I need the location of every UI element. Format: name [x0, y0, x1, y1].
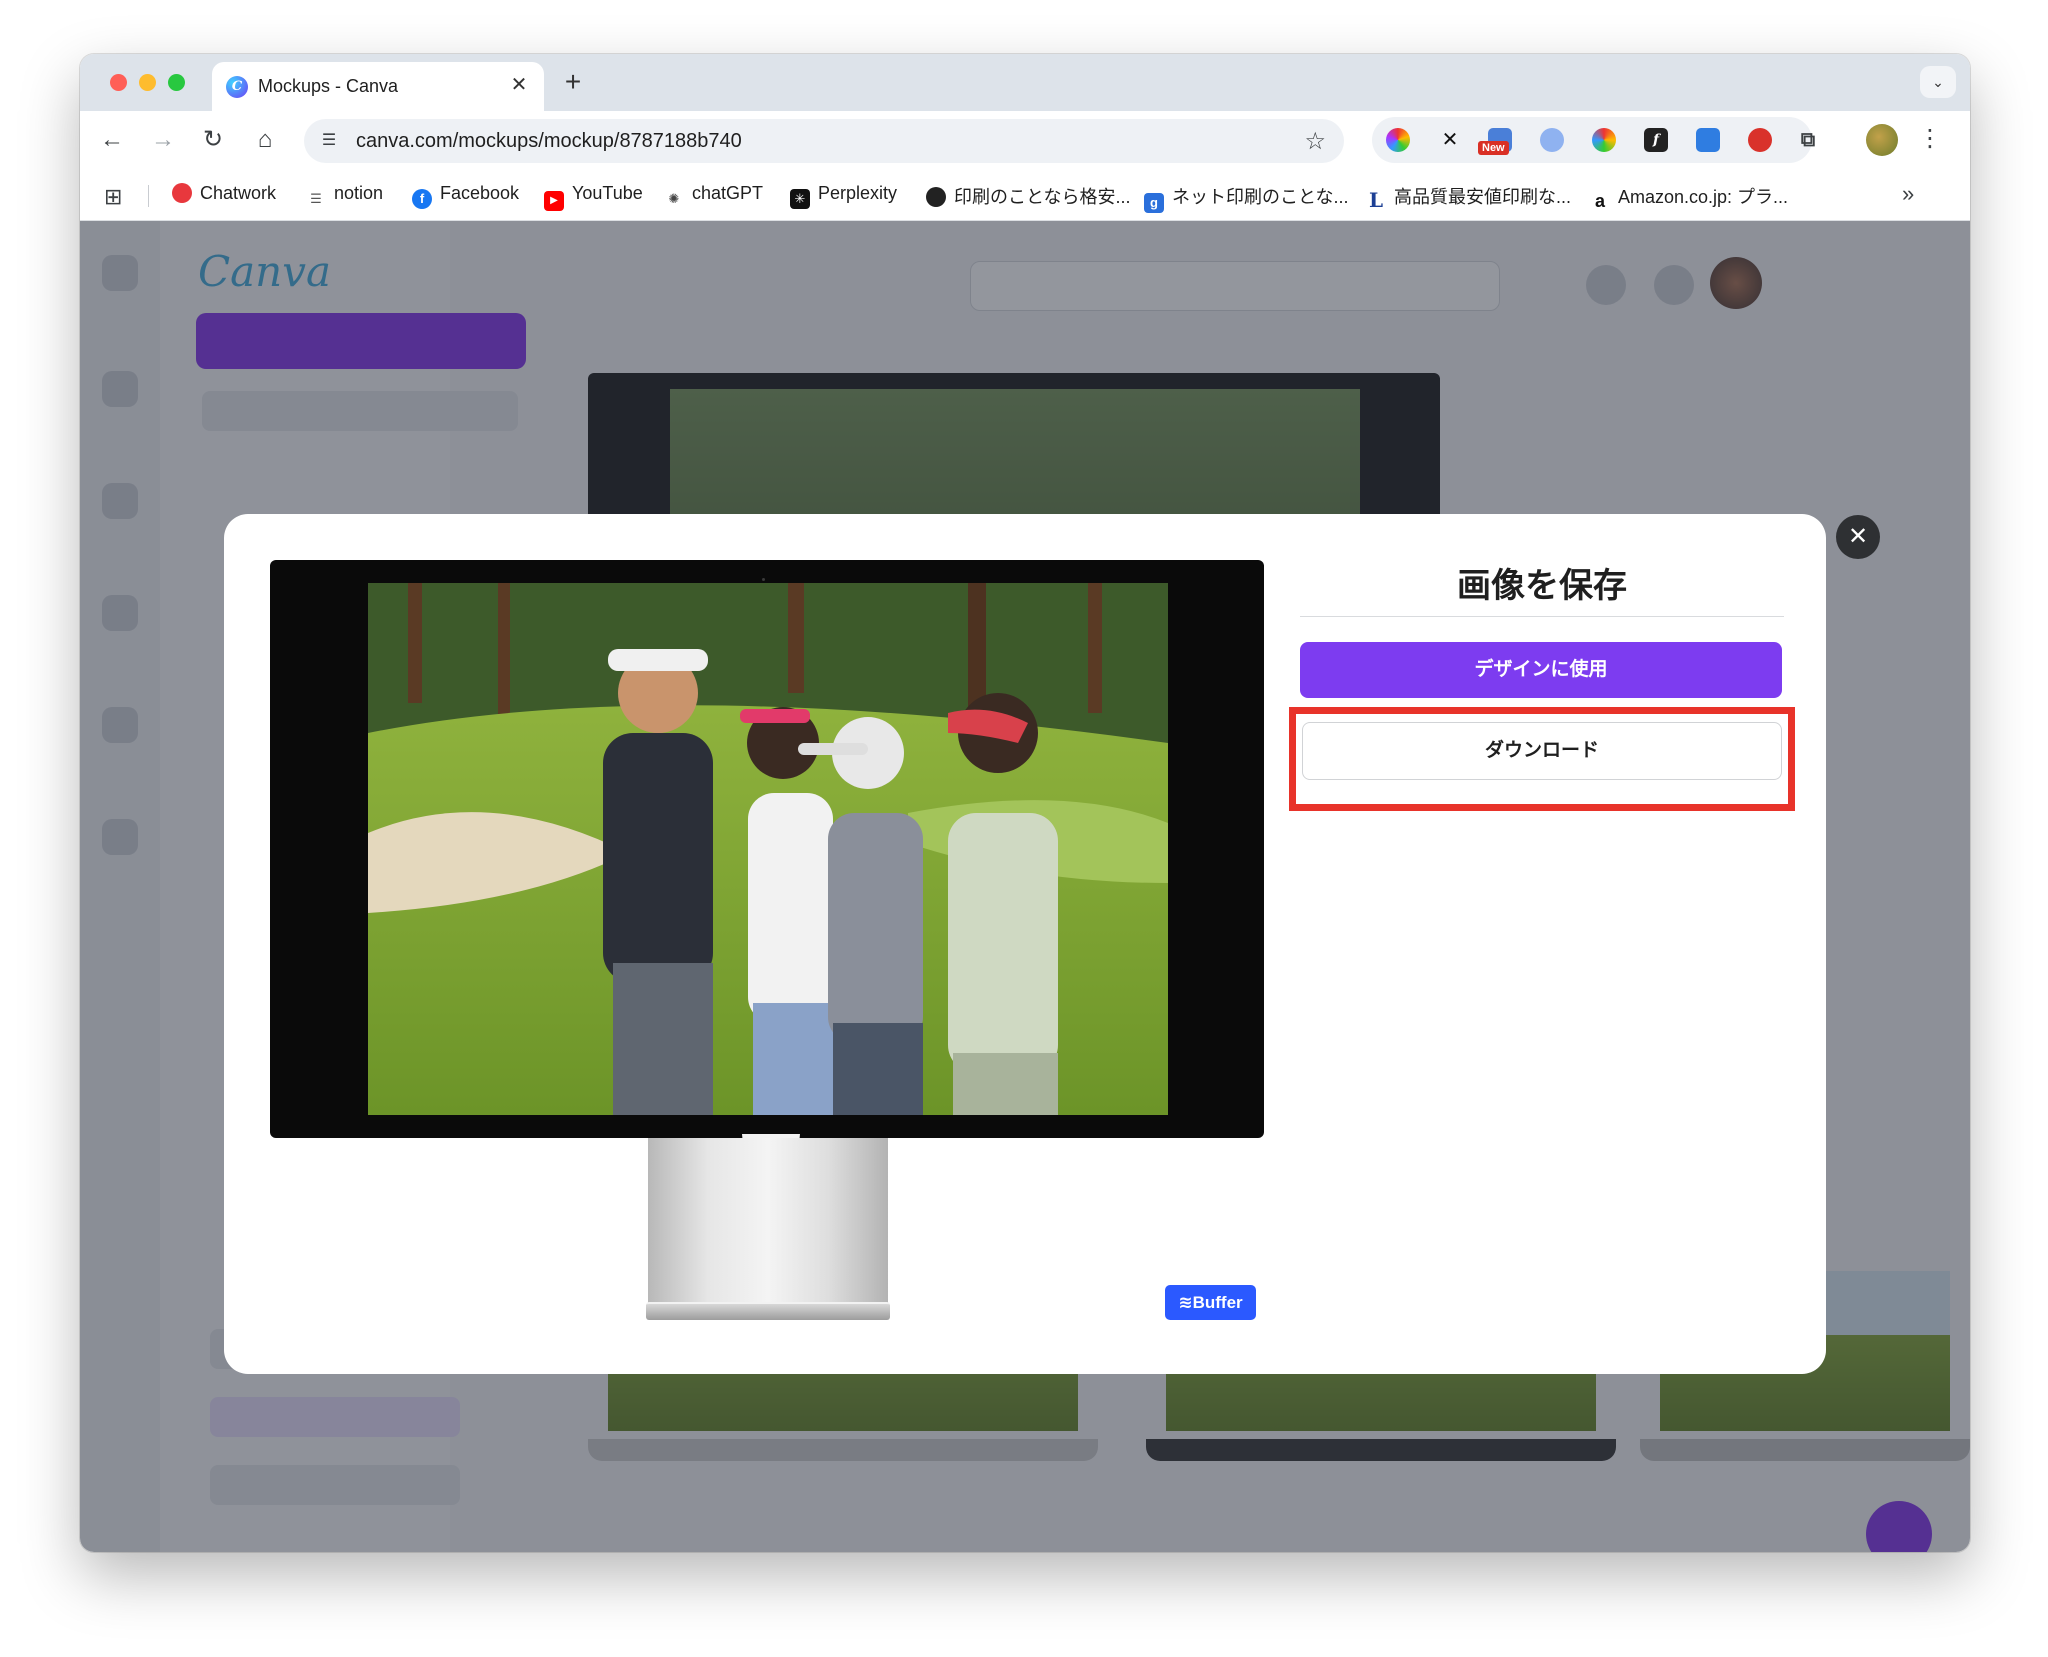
bookmark-facebook[interactable]: f Facebook: [412, 183, 520, 209]
monitor-stand: [648, 1138, 888, 1312]
tab-strip: C Mockups - Canva ✕ + ⌄: [80, 54, 1970, 111]
more-bookmarks-icon[interactable]: »: [1902, 181, 1914, 207]
bookmark-label: 高品質最安値印刷な...: [1394, 187, 1572, 207]
bookmark-label: notion: [334, 183, 384, 203]
monitor-frame: [270, 560, 1264, 1138]
youtube-icon: ▶: [544, 191, 564, 211]
site-settings-icon[interactable]: ☰: [318, 130, 340, 152]
tab-mockups-canva[interactable]: C Mockups - Canva ✕: [212, 62, 544, 111]
address-bar[interactable]: ☰ canva.com/mockups/mockup/8787188b740 ☆: [304, 119, 1344, 163]
l-icon: L: [1368, 188, 1384, 212]
buffer-label: Buffer: [1192, 1293, 1243, 1312]
bookmark-chatwork[interactable]: Chatwork: [172, 183, 276, 207]
color-picker-ext-icon[interactable]: [1386, 128, 1410, 152]
bookmark-l[interactable]: L 高品質最安値印刷な...: [1366, 183, 1572, 212]
bookmark-perplexity[interactable]: ✳ Perplexity: [790, 183, 898, 209]
forward-icon[interactable]: →: [148, 125, 178, 155]
modal-close-icon[interactable]: ✕: [1836, 515, 1880, 559]
bookmark-netprint[interactable]: g ネット印刷のことな...: [1144, 183, 1349, 213]
pinwheel-ext-icon[interactable]: [1592, 128, 1616, 152]
title-divider: [1300, 616, 1784, 617]
print-icon: [926, 187, 946, 207]
back-icon[interactable]: ←: [97, 125, 127, 155]
browser-window: C Mockups - Canva ✕ + ⌄ ← → ↻ ⌂ ☰ canva.…: [80, 54, 1970, 1552]
new-badge: New: [1478, 141, 1509, 155]
new-tab-button[interactable]: +: [558, 68, 588, 98]
netprint-icon: g: [1144, 193, 1164, 213]
profile-avatar-icon[interactable]: [1866, 124, 1898, 156]
minimize-window-button[interactable]: [139, 74, 156, 91]
bookmark-chatgpt[interactable]: ✺ chatGPT: [664, 183, 763, 207]
golf-photo: [368, 583, 1168, 1115]
perplexity-icon: ✳: [790, 189, 810, 209]
search-ext-icon[interactable]: [1540, 128, 1564, 152]
bookmark-notion[interactable]: ☰ notion: [306, 183, 383, 207]
buffer-logo-icon: ≋: [1178, 1293, 1193, 1312]
tab-search-icon[interactable]: ⌄: [1920, 66, 1956, 98]
bookmark-label: chatGPT: [692, 183, 764, 203]
tab-close-icon[interactable]: ✕: [506, 72, 532, 98]
amazon-icon: a: [1594, 191, 1605, 211]
chatgpt-icon: ✺: [668, 191, 680, 206]
capture-ext-icon[interactable]: [1696, 128, 1720, 152]
camera-dots: [762, 568, 774, 599]
bookmark-label: YouTube: [572, 183, 643, 203]
bookmark-label: Chatwork: [200, 183, 277, 203]
maximize-window-button[interactable]: [168, 74, 185, 91]
bookmark-amazon[interactable]: a Amazon.co.jp: プラ...: [1590, 183, 1789, 211]
facebook-icon: f: [412, 189, 432, 209]
bookmark-star-icon[interactable]: ☆: [1304, 127, 1326, 156]
save-image-modal: ≋Buffer 画像を保存 デザインに使用 ダウンロード: [224, 514, 1826, 1374]
monitor-stand-foot: [646, 1302, 890, 1320]
bookmark-label: ネット印刷のことな...: [1172, 187, 1349, 207]
url-text: canva.com/mockups/mockup/8787188b740: [356, 130, 742, 152]
x-ext-icon[interactable]: ✕: [1438, 128, 1462, 152]
browser-toolbar: ← → ↻ ⌂ ☰ canva.com/mockups/mockup/87871…: [80, 111, 1970, 169]
bookmark-label: Facebook: [440, 183, 520, 203]
chatwork-icon: [172, 183, 192, 203]
font-ext-icon[interactable]: f: [1644, 128, 1668, 152]
bookmarks-bar: ⊞ Chatwork ☰ notion f Facebook ▶ YouTube ✺ c…: [80, 169, 1970, 221]
canva-favicon-icon: C: [226, 76, 248, 98]
download-highlight-box: [1289, 707, 1795, 811]
notion-icon: ☰: [310, 191, 322, 206]
save-image-title: 画像を保存: [1457, 567, 1627, 605]
buffer-watermark: ≋Buffer: [1165, 1285, 1256, 1320]
shield-ext-icon[interactable]: [1748, 128, 1772, 152]
bookmark-youtube[interactable]: ▶ YouTube: [544, 183, 643, 211]
bookmark-print[interactable]: 印刷のことなら格安...: [926, 183, 1130, 207]
chrome-menu-icon[interactable]: ⋮: [1918, 123, 1942, 155]
apps-grid-icon[interactable]: ⊞: [104, 184, 122, 210]
reload-icon[interactable]: ↻: [198, 125, 228, 155]
puzzle-ext-icon[interactable]: ⧉: [1796, 128, 1820, 152]
bookmark-label: Perplexity: [818, 183, 898, 203]
bookmark-label: Amazon.co.jp: プラ...: [1618, 187, 1789, 207]
canva-page-background: Canva: [80, 221, 1970, 1552]
golf-photo-image: [368, 583, 1168, 1115]
extensions-area: ✕ New f ⧉: [1372, 117, 1815, 163]
tab-title: Mockups - Canva: [258, 76, 399, 96]
bookmark-label: 印刷のことなら格安...: [954, 187, 1131, 207]
bookmarks-divider: [148, 185, 149, 207]
home-icon[interactable]: ⌂: [250, 125, 280, 155]
use-in-design-button[interactable]: デザインに使用: [1300, 642, 1782, 698]
close-window-button[interactable]: [110, 74, 127, 91]
